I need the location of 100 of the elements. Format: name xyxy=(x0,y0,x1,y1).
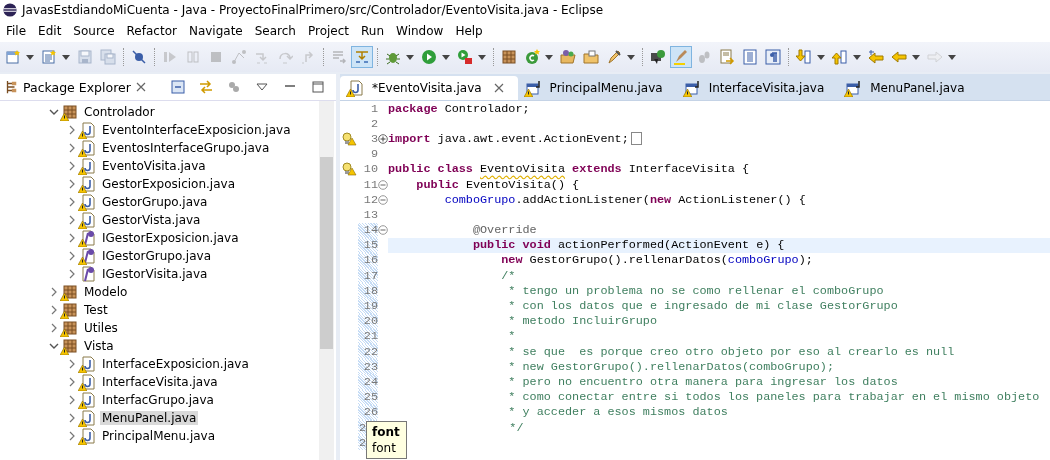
open-type-icon xyxy=(560,49,576,65)
menu-item[interactable]: Window xyxy=(390,24,450,38)
dropdown-caret-icon[interactable] xyxy=(912,54,920,60)
tree-item[interactable]: PrincipalMenu.java xyxy=(100,429,218,443)
folded-code-marker[interactable] xyxy=(630,132,642,146)
fold-minus-icon[interactable] xyxy=(378,194,388,205)
package-explorer-icon xyxy=(4,80,18,94)
menu-item[interactable]: File xyxy=(0,24,33,38)
menu-item[interactable]: Source xyxy=(67,24,121,38)
step-return-icon xyxy=(300,49,316,65)
line-number: 22 xyxy=(358,344,378,360)
tree-item[interactable]: Test xyxy=(82,303,110,317)
toolbar-button[interactable] xyxy=(762,46,784,68)
fold-plus-icon[interactable] xyxy=(378,133,388,144)
tree-item[interactable]: IGestorVisita.java xyxy=(100,267,210,281)
filter-icon[interactable] xyxy=(226,79,242,95)
back-star-icon xyxy=(868,49,884,65)
arrow-up-icon xyxy=(832,49,848,65)
tree-item[interactable]: Modelo xyxy=(82,285,130,299)
tree-item[interactable]: InterfacGrupo.java xyxy=(100,393,216,407)
code-line: * se que es porque creo otro objeto por eso al crearlo es null xyxy=(507,344,955,359)
dropdown-caret-icon[interactable] xyxy=(817,54,825,60)
dropdown-caret-icon[interactable] xyxy=(545,54,553,60)
pilcrow-icon xyxy=(765,49,781,65)
code-line: package Controlador; xyxy=(388,101,530,116)
disconnect-icon xyxy=(231,49,247,65)
scrollbar-thumb[interactable] xyxy=(320,157,333,349)
menu-item[interactable]: Run xyxy=(355,24,391,38)
line-number: 23 xyxy=(358,359,378,375)
tree-item[interactable]: IGestorGrupo.java xyxy=(100,249,213,263)
fold-minus-icon[interactable] xyxy=(378,225,388,236)
save-all-icon xyxy=(100,49,116,65)
java-file-icon xyxy=(80,212,96,228)
tree-item[interactable]: GestorExposicion.java xyxy=(100,177,237,191)
menu-item[interactable]: Help xyxy=(449,24,489,38)
view-title[interactable]: Package Explorer xyxy=(23,79,131,95)
code-line: * con los datos que e ingresado de mi clase GestorGrupo xyxy=(507,299,898,314)
lightbulb-warning-icon[interactable] xyxy=(341,131,357,146)
java-file-icon xyxy=(80,158,96,174)
java-file-icon xyxy=(80,374,96,390)
tree-item[interactable]: Vista xyxy=(82,339,116,353)
java-file-icon xyxy=(80,410,96,426)
window-title: JavasEstdiandoMiCuenta - Java - ProyectoFinalPrimero/src/Controlador/EventoVisita.java - Eclipse xyxy=(22,3,604,17)
close-icon[interactable] xyxy=(135,82,146,92)
maximize-icon[interactable] xyxy=(310,79,326,95)
dropdown-caret-icon[interactable] xyxy=(627,54,635,60)
editor-tab[interactable]: InterfaceVisita.java xyxy=(676,76,839,100)
menu-item[interactable]: Navigate xyxy=(182,24,249,38)
pen-icon xyxy=(606,49,622,65)
code-line: /* xyxy=(500,268,516,283)
menu-item[interactable]: Edit xyxy=(32,24,68,38)
line-number: 1 xyxy=(369,101,378,117)
line-number: 11 xyxy=(362,176,378,193)
java-file-icon xyxy=(80,176,96,192)
code-line: @Override xyxy=(471,223,537,238)
folder-icon xyxy=(583,49,599,65)
dropdown-caret-icon[interactable] xyxy=(62,54,70,60)
collapse-all-icon[interactable] xyxy=(170,79,186,95)
link-arrows-icon[interactable] xyxy=(198,79,214,95)
scrollbar[interactable] xyxy=(319,101,334,460)
code-line: comboGrupo.addActionListener(new ActionListener() { xyxy=(443,192,806,207)
package-icon xyxy=(62,104,78,120)
tree-item[interactable]: InterfaceExposicion.java xyxy=(100,357,251,371)
back-arrow-icon xyxy=(891,49,907,65)
package-icon xyxy=(62,320,78,336)
lightbulb-warning-icon[interactable] xyxy=(341,162,357,177)
code-line: public class EventoVisita extends InterfaceVisita { xyxy=(388,162,750,177)
tree-item[interactable]: Utiles xyxy=(82,321,120,335)
editor-tab[interactable]: *EventoVisita.java xyxy=(340,76,518,100)
tree-item[interactable]: MenuPanel.java xyxy=(100,411,199,425)
code-line: new GestorGrupo().rellenarDatos(comboGrupo); xyxy=(500,253,813,268)
dropdown-caret-icon[interactable] xyxy=(406,54,414,60)
line-number: 19 xyxy=(358,298,378,314)
close-icon[interactable] xyxy=(493,83,504,93)
tree-item[interactable]: InterfaceVisita.java xyxy=(100,375,220,389)
tree-item[interactable]: EventoVisita.java xyxy=(100,159,208,173)
tree-item[interactable]: EventoInterfaceExposicion.java xyxy=(100,123,293,137)
dropdown-caret-icon[interactable] xyxy=(853,54,861,60)
editor-tab[interactable]: MenuPanel.java xyxy=(838,76,979,100)
menu-item[interactable]: Refactor xyxy=(120,24,183,38)
tree-item[interactable]: GestorGrupo.java xyxy=(100,195,210,209)
editor-tab[interactable]: PrincipalMenu.java xyxy=(517,76,677,100)
java-file-icon xyxy=(80,194,96,210)
menu-item[interactable]: Search xyxy=(248,24,302,38)
breakpoint-slash-icon xyxy=(131,49,147,65)
dropdown-caret-icon[interactable] xyxy=(442,54,450,60)
dropdown-caret-icon[interactable] xyxy=(26,54,34,60)
pause-icon xyxy=(185,49,201,65)
line-number: 9 xyxy=(369,146,378,162)
dropdown-caret-icon[interactable] xyxy=(478,54,486,60)
tree-item[interactable]: EventosInterfaceGrupo.java xyxy=(100,141,272,155)
line-number: 14 xyxy=(358,222,378,238)
menu-item[interactable]: Project xyxy=(301,24,356,38)
new-class-icon xyxy=(524,49,540,65)
new-file-icon xyxy=(5,49,21,65)
tree-item[interactable]: IGestorExposicion.java xyxy=(100,231,241,245)
tree-item[interactable]: GestorVista.java xyxy=(100,213,203,227)
fold-minus-icon[interactable] xyxy=(378,179,388,190)
arrow-down-icon xyxy=(796,49,812,65)
tree-item[interactable]: Controlador xyxy=(82,105,157,119)
